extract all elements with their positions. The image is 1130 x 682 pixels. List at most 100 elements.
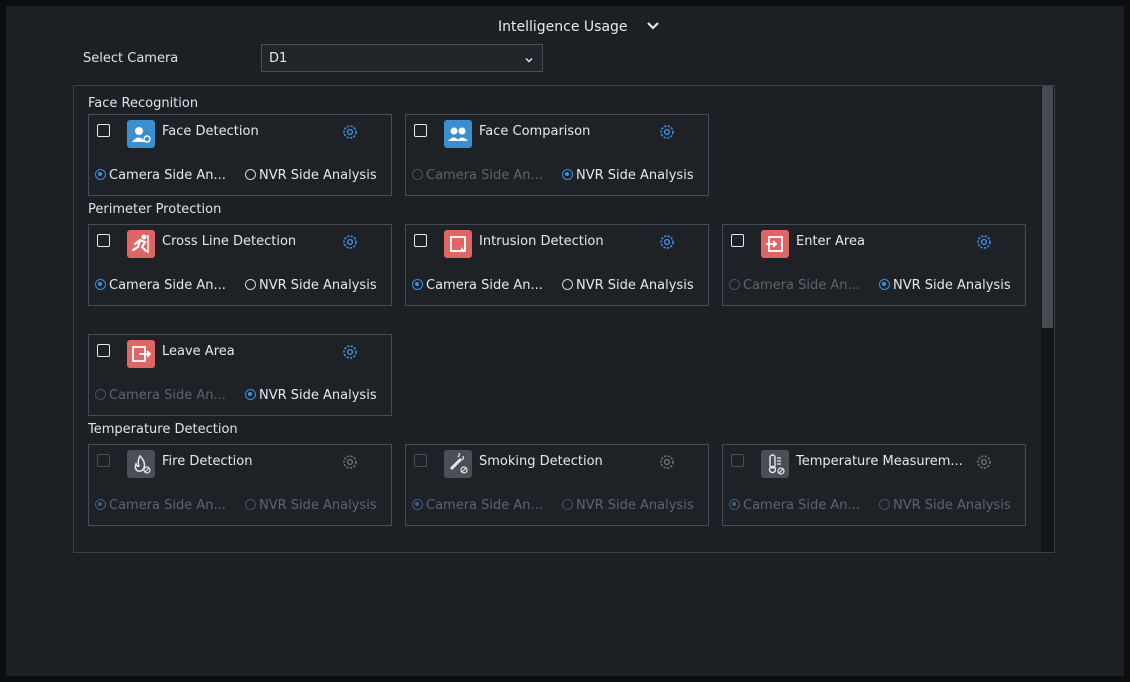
smoking-detection-checkbox[interactable] — [414, 454, 427, 467]
option-label: NVR Side Analysis — [893, 498, 1011, 513]
gear-icon[interactable] — [342, 454, 358, 470]
face-detection-checkbox[interactable] — [97, 124, 110, 137]
page-title: Intelligence Usage — [498, 19, 628, 35]
chevron-down-icon[interactable] — [646, 18, 660, 32]
camera-side-option[interactable]: Camera Side An... — [412, 168, 543, 183]
gear-icon[interactable] — [659, 124, 675, 140]
gear-icon[interactable] — [976, 234, 992, 250]
camera-side-option[interactable]: Camera Side An... — [412, 278, 543, 293]
card-name: Enter Area — [796, 234, 865, 249]
radio-icon — [245, 279, 256, 290]
option-label: NVR Side Analysis — [259, 168, 377, 183]
section-title-face-recognition: Face Recognition — [88, 96, 199, 111]
radio-icon — [95, 499, 106, 510]
option-label: Camera Side An... — [109, 278, 226, 293]
radio-icon — [562, 499, 573, 510]
select-camera-label: Select Camera — [83, 51, 179, 66]
option-label: Camera Side An... — [426, 278, 543, 293]
option-label: NVR Side Analysis — [576, 278, 694, 293]
face-detection-icon — [127, 120, 155, 148]
radio-icon — [562, 169, 573, 180]
nvr-side-option[interactable]: NVR Side Analysis — [245, 168, 377, 183]
radio-icon — [879, 499, 890, 510]
card-name: Intrusion Detection — [479, 234, 604, 249]
face-comparison-checkbox[interactable] — [414, 124, 427, 137]
camera-side-option[interactable]: Camera Side An... — [95, 498, 226, 513]
gear-icon[interactable] — [342, 234, 358, 250]
option-label: NVR Side Analysis — [259, 278, 377, 293]
card-cross-line-detection: Cross Line Detection Camera Side An... N… — [88, 224, 392, 306]
section-title-perimeter-protection: Perimeter Protection — [88, 202, 222, 217]
temperature-icon — [761, 450, 789, 478]
radio-icon — [95, 389, 106, 400]
card-smoking-detection: Smoking Detection Camera Side An... NVR … — [405, 444, 709, 526]
radio-icon — [562, 279, 573, 290]
option-label: Camera Side An... — [109, 388, 226, 403]
card-name: Face Detection — [162, 124, 259, 139]
nvr-side-option[interactable]: NVR Side Analysis — [562, 498, 694, 513]
option-label: NVR Side Analysis — [259, 388, 377, 403]
nvr-side-option[interactable]: NVR Side Analysis — [879, 278, 1011, 293]
card-name: Fire Detection — [162, 454, 253, 469]
gear-icon[interactable] — [976, 454, 992, 470]
temperature-checkbox[interactable] — [731, 454, 744, 467]
option-label: Camera Side An... — [109, 168, 226, 183]
camera-side-option[interactable]: Camera Side An... — [95, 278, 226, 293]
camera-side-option[interactable]: Camera Side An... — [95, 388, 226, 403]
radio-icon — [412, 169, 423, 180]
smoking-detection-icon — [444, 450, 472, 478]
header: Intelligence Usage — [6, 6, 1124, 46]
radio-icon — [245, 169, 256, 180]
nvr-side-option[interactable]: NVR Side Analysis — [562, 278, 694, 293]
gear-icon[interactable] — [659, 454, 675, 470]
intrusion-icon — [444, 230, 472, 258]
leave-area-icon — [127, 340, 155, 368]
nvr-side-option[interactable]: NVR Side Analysis — [245, 388, 377, 403]
option-label: NVR Side Analysis — [893, 278, 1011, 293]
option-label: Camera Side An... — [743, 278, 860, 293]
card-leave-area: Leave Area Camera Side An... NVR Side An… — [88, 334, 392, 416]
camera-side-option[interactable]: Camera Side An... — [95, 168, 226, 183]
card-name: Temperature Measurem... — [796, 454, 963, 469]
radio-icon — [245, 499, 256, 510]
camera-select-dropdown[interactable]: D1 — [261, 44, 543, 72]
card-name: Smoking Detection — [479, 454, 603, 469]
fire-detection-checkbox[interactable] — [97, 454, 110, 467]
intelligence-usage-screen: Intelligence Usage Select Camera D1 Face… — [6, 6, 1124, 676]
gear-icon[interactable] — [342, 124, 358, 140]
nvr-side-option[interactable]: NVR Side Analysis — [562, 168, 694, 183]
scrollbar-thumb[interactable] — [1042, 86, 1053, 328]
radio-icon — [245, 389, 256, 400]
cross-line-checkbox[interactable] — [97, 234, 110, 247]
enter-area-icon — [761, 230, 789, 258]
option-label: NVR Side Analysis — [259, 498, 377, 513]
radio-icon — [729, 279, 740, 290]
option-label: Camera Side An... — [426, 168, 543, 183]
option-label: Camera Side An... — [109, 498, 226, 513]
nvr-side-option[interactable]: NVR Side Analysis — [245, 278, 377, 293]
card-fire-detection: Fire Detection Camera Side An... NVR Sid… — [88, 444, 392, 526]
enter-area-checkbox[interactable] — [731, 234, 744, 247]
card-face-comparison: Face Comparison Camera Side An... NVR Si… — [405, 114, 709, 196]
radio-icon — [412, 499, 423, 510]
card-temperature-measurement: Temperature Measurem... Camera Side An..… — [722, 444, 1026, 526]
nvr-side-option[interactable]: NVR Side Analysis — [879, 498, 1011, 513]
card-face-detection: Face Detection Camera Side An... NVR Sid… — [88, 114, 392, 196]
radio-icon — [95, 279, 106, 290]
card-name: Cross Line Detection — [162, 234, 297, 249]
card-intrusion-detection: Intrusion Detection Camera Side An... NV… — [405, 224, 709, 306]
radio-icon — [95, 169, 106, 180]
card-enter-area: Enter Area Camera Side An... NVR Side An… — [722, 224, 1026, 306]
camera-side-option[interactable]: Camera Side An... — [729, 498, 860, 513]
nvr-side-option[interactable]: NVR Side Analysis — [245, 498, 377, 513]
option-label: NVR Side Analysis — [576, 498, 694, 513]
intrusion-checkbox[interactable] — [414, 234, 427, 247]
chevron-down-icon — [524, 54, 534, 64]
fire-detection-icon — [127, 450, 155, 478]
gear-icon[interactable] — [342, 344, 358, 360]
option-label: Camera Side An... — [426, 498, 543, 513]
leave-area-checkbox[interactable] — [97, 344, 110, 357]
camera-side-option[interactable]: Camera Side An... — [729, 278, 860, 293]
camera-side-option[interactable]: Camera Side An... — [412, 498, 543, 513]
gear-icon[interactable] — [659, 234, 675, 250]
